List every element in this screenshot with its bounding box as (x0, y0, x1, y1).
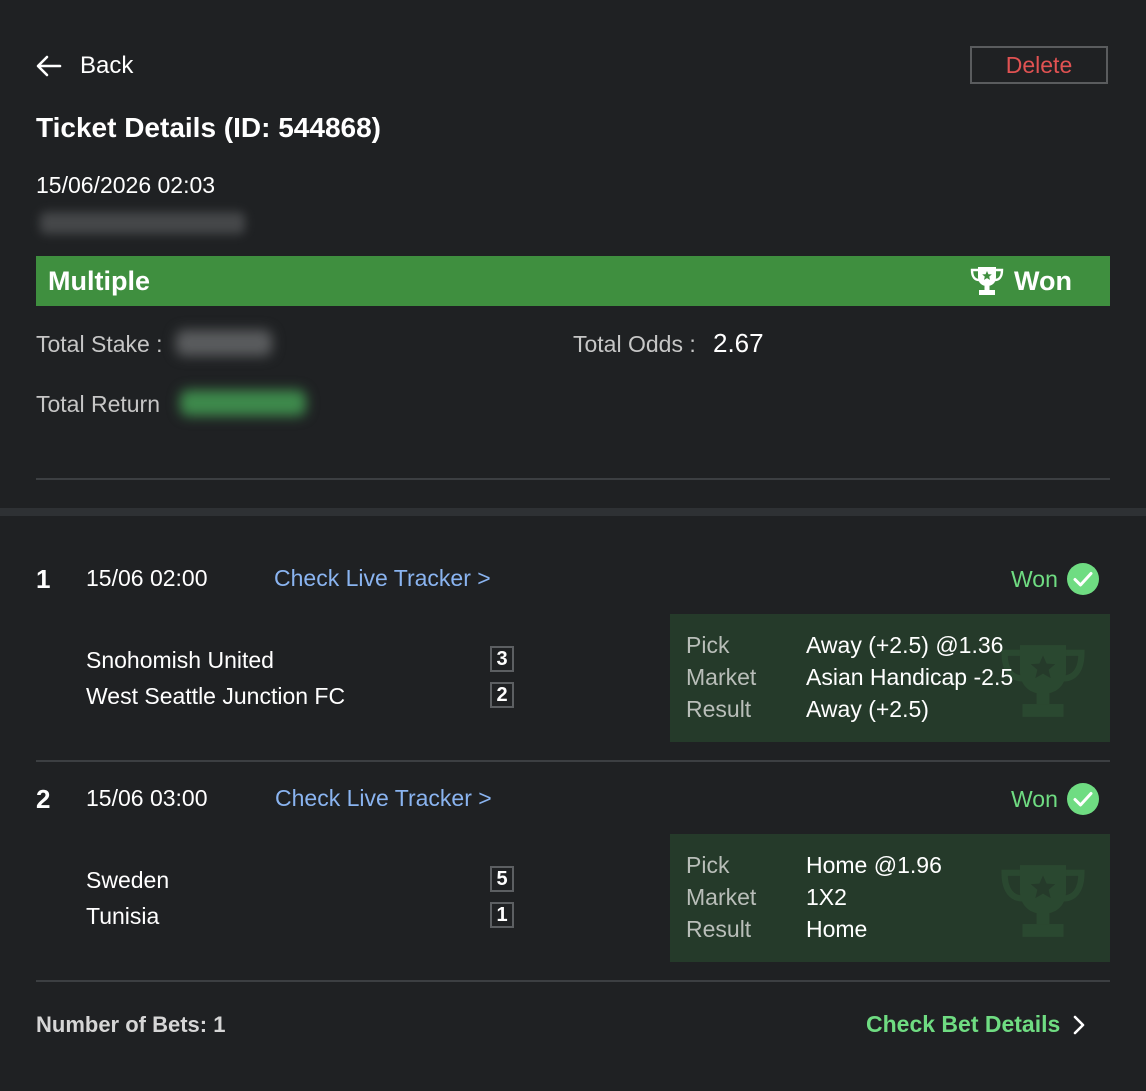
section-divider (0, 508, 1146, 516)
total-stake-label: Total Stake : (36, 331, 163, 357)
pick-label: Pick (686, 852, 730, 878)
page-title: Ticket Details (ID: 544868) (36, 112, 381, 143)
bet-type-label: Multiple (48, 265, 150, 296)
leg-number: 1 (36, 564, 51, 594)
summary-divider (36, 478, 1110, 480)
live-tracker-link[interactable]: Check Live Tracker > (274, 565, 491, 592)
result-value: Home (806, 916, 868, 942)
leg-status-label: Won (1011, 565, 1058, 592)
total-odds-label: Total Odds : (573, 331, 696, 357)
total-return-value-blurred (180, 390, 306, 416)
leg-divider (36, 760, 1110, 762)
total-odds-value: 2.67 (713, 328, 764, 358)
total-stake-value-blurred (176, 330, 272, 356)
leg-status: Won (1011, 782, 1100, 816)
check-bet-details-link[interactable]: Check Bet Details (866, 1011, 1086, 1038)
blurred-account-info (40, 212, 245, 234)
back-button[interactable]: Back (36, 50, 133, 82)
leg-time: 15/06 03:00 (86, 785, 208, 811)
market-value: 1X2 (806, 884, 847, 910)
pick-details-box: Pick Home @1.96 Market 1X2 Result Home (670, 834, 1110, 962)
result-value: Away (+2.5) (806, 696, 929, 722)
arrow-left-icon (36, 55, 62, 77)
trophy-icon (970, 267, 1004, 295)
away-team: Tunisia (86, 903, 160, 929)
result-label: Result (686, 696, 752, 722)
pick-value: Home @1.96 (806, 852, 942, 878)
pick-value: Away (+2.5) @1.36 (806, 632, 1004, 658)
away-score: 2 (490, 682, 514, 708)
bet-status: Won (970, 265, 1072, 297)
check-circle-icon (1066, 783, 1099, 815)
away-score: 1 (490, 902, 514, 928)
market-label: Market (686, 664, 757, 690)
ticket-datetime: 15/06/2026 02:03 (36, 172, 216, 198)
check-bet-details-label: Check Bet Details (866, 1011, 1061, 1037)
home-team: Sweden (86, 867, 170, 893)
ticket-details-page: Back Delete Ticket Details (ID: 544868) … (0, 0, 1146, 1091)
pick-details-box: Pick Away (+2.5) @1.36 Market Asian Hand… (670, 614, 1110, 742)
check-circle-icon (1066, 563, 1099, 595)
pick-label: Pick (686, 632, 730, 658)
away-team: West Seattle Junction FC (86, 683, 346, 709)
bet-status-label: Won (1014, 265, 1072, 296)
result-label: Result (686, 916, 752, 942)
back-label: Back (80, 52, 134, 79)
live-tracker-link[interactable]: Check Live Tracker > (275, 785, 492, 812)
market-label: Market (686, 884, 757, 910)
bet-status-banner: Multiple Won (36, 256, 1110, 306)
leg-time: 15/06 02:00 (86, 565, 208, 591)
trophy-watermark-icon (1001, 865, 1085, 937)
number-of-bets: Number of Bets: 1 (36, 1012, 226, 1037)
home-score: 3 (490, 646, 514, 672)
home-team: Snohomish United (86, 647, 274, 673)
legs-footer-divider (36, 980, 1110, 982)
market-value: Asian Handicap -2.5 (806, 664, 1014, 690)
delete-button[interactable]: Delete (970, 46, 1108, 84)
leg-status: Won (1011, 562, 1100, 596)
total-return-label: Total Return (36, 391, 161, 417)
home-score: 5 (490, 866, 514, 892)
leg-status-label: Won (1011, 785, 1058, 812)
chevron-right-icon (1074, 1015, 1085, 1034)
leg-number: 2 (36, 784, 51, 814)
